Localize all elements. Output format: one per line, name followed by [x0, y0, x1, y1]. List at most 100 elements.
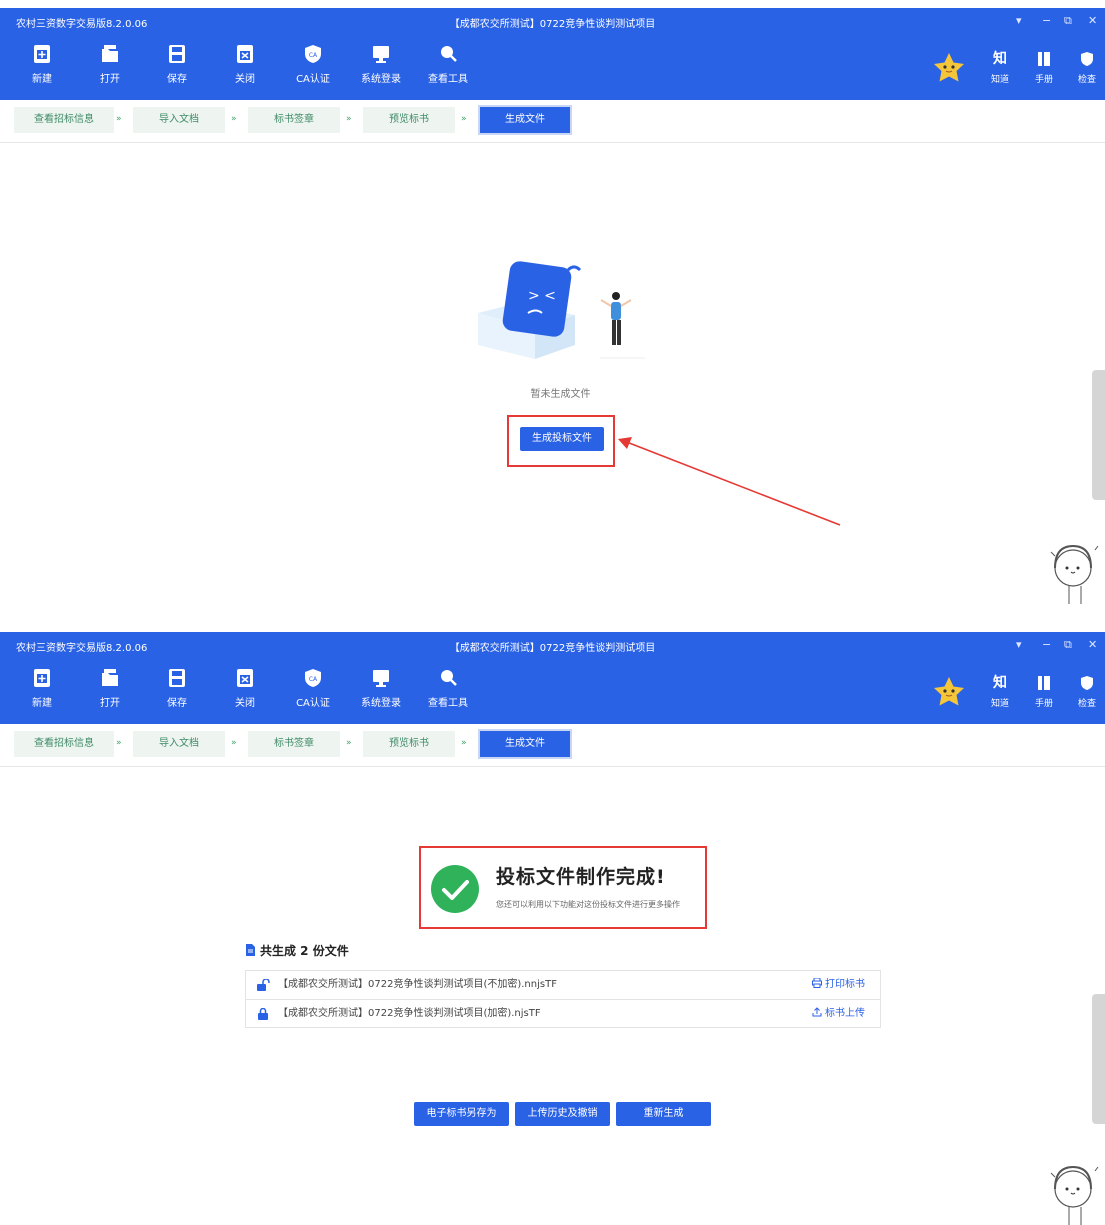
file-row[interactable]: 【成都农交所测试】0722竞争性谈判测试项目(不加密).nnjsTF 打印标书	[246, 971, 880, 1000]
step-preview[interactable]: 预览标书	[363, 731, 455, 757]
annotation-arrow-icon	[618, 437, 841, 526]
screenshot-before: 农村三资数字交易版8.2.0.06 【成都农交所测试】0722竞争性谈判测试项目…	[0, 8, 1105, 608]
toolbar: 新建 打开 保存 关闭 CA CA认证 系统登录 查看工具 知 知道 手册 检查	[0, 34, 1105, 100]
open-button[interactable]: 打开	[85, 668, 135, 709]
save-button[interactable]: 保存	[152, 44, 202, 85]
save-icon	[169, 45, 185, 63]
generate-bid-file-button[interactable]: 生成投标文件	[520, 427, 604, 451]
step-generate-file[interactable]: 生成文件	[480, 107, 570, 133]
star-mascot-icon[interactable]	[932, 51, 966, 85]
step-sign-seal[interactable]: 标书签章	[248, 107, 340, 133]
close-window-icon[interactable]: ✕	[1088, 638, 1097, 651]
minimize-icon[interactable]: −	[1042, 14, 1051, 27]
print-bid-button[interactable]: 打印标书	[812, 971, 865, 999]
step-import-docs[interactable]: 导入文档	[133, 107, 225, 133]
mascot-headphones-icon[interactable]	[1045, 1157, 1105, 1225]
restore-icon[interactable]: ⧉	[1064, 14, 1072, 28]
view-tools-button[interactable]: 查看工具	[423, 44, 473, 85]
manual-icon	[1038, 676, 1050, 690]
ca-auth-button[interactable]: CA CA认证	[288, 668, 338, 709]
zhidao-button[interactable]: 知 知道	[985, 50, 1015, 85]
mascot-headphones-icon[interactable]	[1045, 536, 1105, 606]
open-button[interactable]: 打开	[85, 44, 135, 85]
star-mascot-icon[interactable]	[932, 675, 966, 709]
dropdown-icon[interactable]: ▾	[1016, 638, 1022, 651]
step-view-bid-info[interactable]: 查看招标信息	[14, 107, 114, 133]
dropdown-icon[interactable]: ▾	[1016, 14, 1022, 27]
step-preview[interactable]: 预览标书	[363, 107, 455, 133]
open-label: 打开	[100, 698, 120, 709]
step-import-docs[interactable]: 导入文档	[133, 731, 225, 757]
save-button[interactable]: 保存	[152, 668, 202, 709]
manual-button[interactable]: 手册	[1029, 50, 1059, 85]
folder-icon	[102, 669, 118, 686]
ca-shield-icon: CA	[305, 669, 321, 687]
magnifier-icon	[441, 670, 457, 686]
zhidao-icon: 知	[993, 675, 1007, 691]
open-label: 打开	[100, 74, 120, 85]
print-bid-label: 打印标书	[825, 979, 865, 990]
files-heading: 共生成 2 份文件	[245, 942, 349, 959]
title-bar: 农村三资数字交易版8.2.0.06 【成都农交所测试】0722竞争性谈判测试项目…	[0, 632, 1105, 658]
manual-label: 手册	[1034, 75, 1053, 85]
system-login-label: 系统登录	[361, 698, 401, 709]
save-as-button[interactable]: 电子标书另存为	[414, 1102, 509, 1126]
new-button[interactable]: 新建	[17, 44, 67, 85]
close-doc-icon	[237, 669, 253, 687]
folder-icon	[102, 45, 118, 62]
new-label: 新建	[32, 74, 52, 85]
view-tools-label: 查看工具	[428, 74, 468, 85]
close-doc-icon	[237, 45, 253, 63]
zhidao-label: 知道	[990, 699, 1009, 709]
upload-icon	[812, 1007, 822, 1017]
upload-bid-button[interactable]: 标书上传	[812, 1000, 865, 1028]
step-generate-file[interactable]: 生成文件	[480, 731, 570, 757]
success-check-icon	[431, 865, 479, 913]
empty-illustration: > <	[478, 261, 645, 359]
step-arrow-icon: »	[461, 738, 466, 748]
close-button[interactable]: 关闭	[220, 668, 270, 709]
step-view-bid-info[interactable]: 查看招标信息	[14, 731, 114, 757]
step-arrow-icon: »	[116, 738, 121, 748]
manual-label: 手册	[1034, 699, 1053, 709]
zhidao-button[interactable]: 知 知道	[985, 674, 1015, 709]
ca-shield-icon: CA	[305, 45, 321, 63]
new-label: 新建	[32, 698, 52, 709]
screenshot-after: 农村三资数字交易版8.2.0.06 【成都农交所测试】0722竞争性谈判测试项目…	[0, 632, 1105, 1225]
view-tools-button[interactable]: 查看工具	[423, 668, 473, 709]
view-tools-label: 查看工具	[428, 698, 468, 709]
zhidao-icon: 知	[993, 51, 1007, 67]
restore-icon[interactable]: ⧉	[1064, 638, 1072, 652]
save-label: 保存	[167, 74, 187, 85]
manual-button[interactable]: 手册	[1029, 674, 1059, 709]
upload-history-button[interactable]: 上传历史及撤销	[515, 1102, 610, 1126]
ca-auth-button[interactable]: CA CA认证	[288, 44, 338, 85]
system-login-button[interactable]: 系统登录	[356, 668, 406, 709]
check-button[interactable]: 检查	[1072, 50, 1102, 85]
ca-auth-label: CA认证	[296, 698, 330, 709]
side-float-widget[interactable]	[1092, 994, 1105, 1124]
step-arrow-icon: »	[231, 114, 236, 124]
svg-text:CA: CA	[309, 52, 318, 59]
system-login-button[interactable]: 系统登录	[356, 44, 406, 85]
regenerate-button[interactable]: 重新生成	[616, 1102, 711, 1126]
close-button[interactable]: 关闭	[220, 44, 270, 85]
minimize-icon[interactable]: −	[1042, 638, 1051, 651]
close-window-icon[interactable]: ✕	[1088, 14, 1097, 27]
title-bar: 农村三资数字交易版8.2.0.06 【成都农交所测试】0722竞争性谈判测试项目…	[0, 8, 1105, 34]
magnifier-icon	[441, 46, 457, 62]
svg-text:> <: > <	[528, 288, 556, 304]
check-button[interactable]: 检查	[1072, 674, 1102, 709]
side-float-widget[interactable]	[1092, 370, 1105, 500]
close-label: 关闭	[235, 698, 255, 709]
empty-state-text: 暂未生成文件	[530, 389, 591, 400]
new-button[interactable]: 新建	[17, 668, 67, 709]
save-icon	[169, 669, 185, 687]
file-row[interactable]: 【成都农交所测试】0722竞争性谈判测试项目(加密).njsTF 标书上传	[246, 1000, 880, 1028]
new-icon	[34, 669, 50, 687]
unlocked-icon	[257, 979, 270, 991]
files-heading-text: 共生成 2 份文件	[260, 944, 349, 958]
save-label: 保存	[167, 698, 187, 709]
step-sign-seal[interactable]: 标书签章	[248, 731, 340, 757]
upload-bid-label: 标书上传	[825, 1008, 865, 1019]
